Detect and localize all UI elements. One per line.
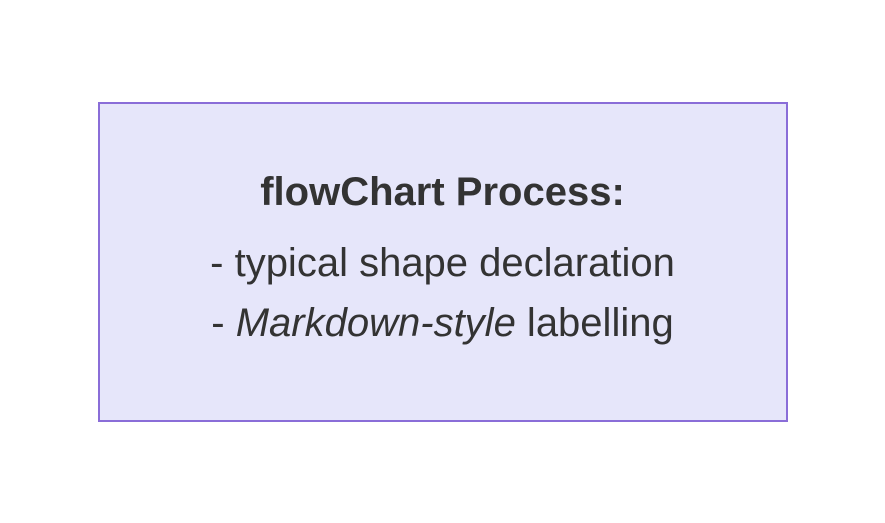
process-line-2-italic: Markdown-style [236, 301, 516, 345]
process-title: flowChart Process: [260, 170, 625, 215]
process-line-2: - Markdown-style labelling [211, 293, 673, 353]
process-line-1: - typical shape declaration [210, 233, 675, 293]
process-line-2-prefix: - [211, 301, 235, 345]
flowchart-process-box: flowChart Process: - typical shape decla… [98, 102, 788, 422]
process-line-2-suffix: labelling [516, 301, 674, 345]
